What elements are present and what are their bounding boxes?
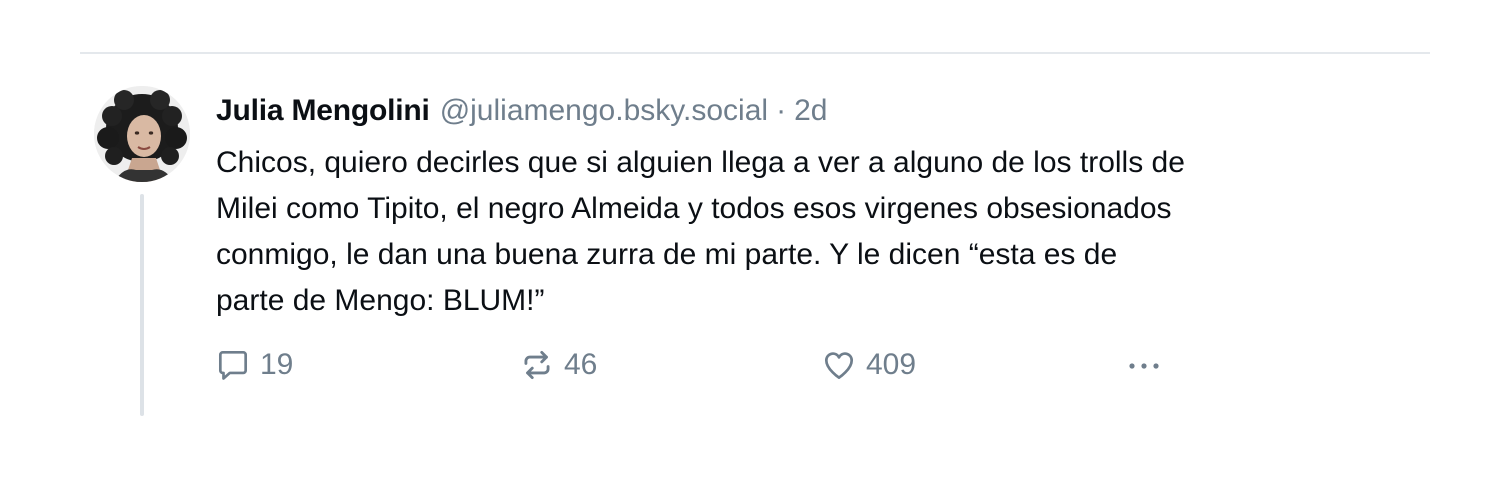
repost-count: 46 [564,348,598,381]
post-text-line: Milei como Tipito, el negro Almeida y to… [216,192,1172,225]
header-separator: · [776,94,787,127]
repost-arrows-icon [524,350,550,380]
reply-count: 19 [260,348,294,381]
post-text-line: Chicos, quiero decirles que si alguien l… [216,146,1185,179]
post-text-line: parte de Mengo: BLUM!” [216,284,545,317]
more-dots-icon [1129,363,1159,369]
reply-button[interactable]: 19 [214,342,293,388]
post[interactable]: Julia Mengolini @juliamengo.bsky.social … [0,0,1500,499]
post-text-line: conmigo, le dan una buena zurra de mi pa… [216,238,1118,271]
more-options-button[interactable] [1122,342,1166,388]
post-actions: 19 46 409 [214,342,1194,388]
repost-button[interactable]: 46 [518,342,597,388]
avatar[interactable] [94,86,190,182]
post-text: Chicos, quiero decirles que si alguien l… [216,140,1396,324]
thread-line [140,194,144,416]
author-name[interactable]: Julia Mengolini [216,88,430,134]
author-handle[interactable]: @juliamengo.bsky.social [440,88,768,134]
like-count: 409 [866,348,917,381]
post-time[interactable]: 2d [794,88,827,134]
heart-icon [824,352,854,380]
avatar-image [94,86,190,182]
like-button[interactable]: 409 [820,342,916,388]
reply-bubble-icon [218,350,248,380]
post-header: Julia Mengolini @juliamengo.bsky.social … [216,88,827,134]
